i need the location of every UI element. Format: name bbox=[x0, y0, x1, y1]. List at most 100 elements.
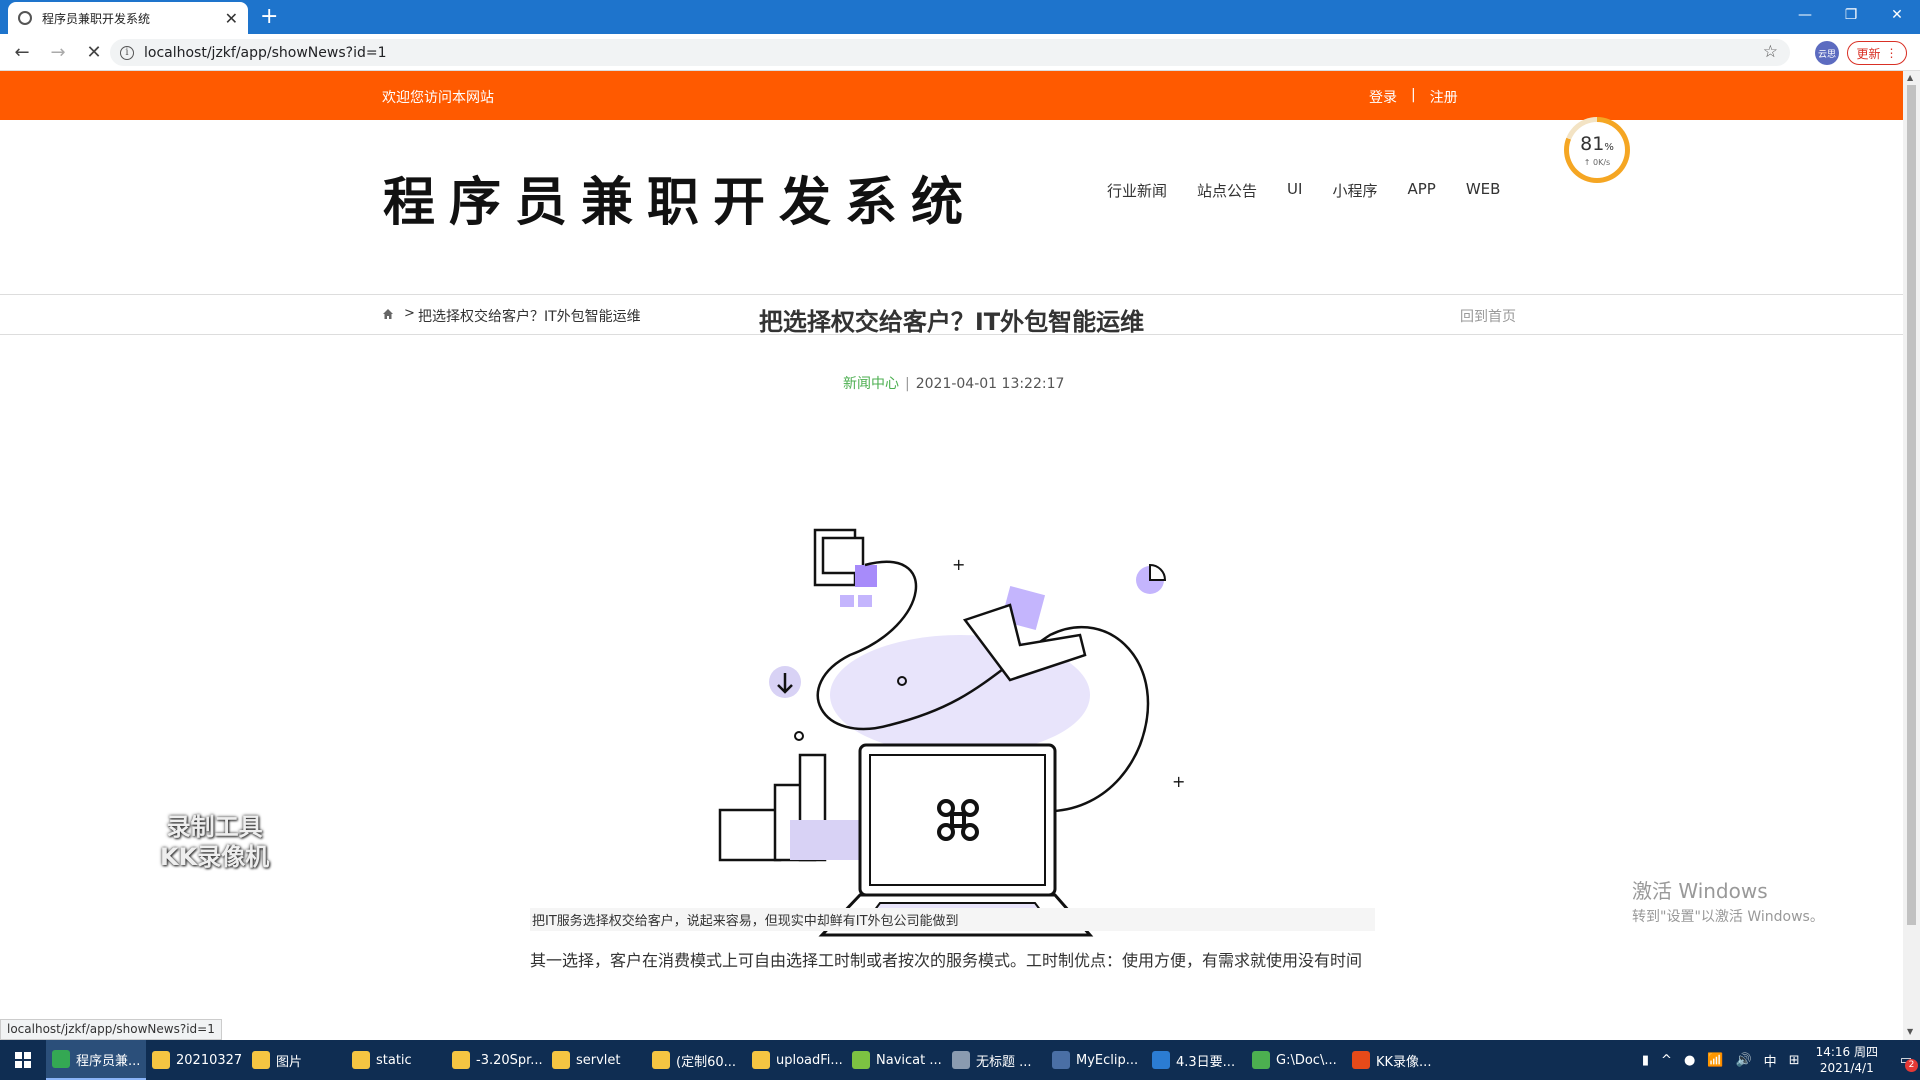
address-url[interactable]: localhost/jzkf/app/showNews?id=1 bbox=[144, 45, 386, 61]
site-info-icon[interactable]: i bbox=[120, 45, 134, 60]
start-button[interactable] bbox=[0, 1040, 46, 1080]
page-scrollbar[interactable]: ▲ ▼ bbox=[1903, 71, 1920, 1040]
illustration-plus-2: + bbox=[1172, 772, 1185, 791]
main-nav: 行业新闻 站点公告 UI 小程序 APP WEB bbox=[1107, 180, 1500, 201]
taskbar-app-button[interactable]: 程序员兼... bbox=[46, 1040, 146, 1080]
taskbar-app-button[interactable]: 4.3日要... bbox=[1146, 1040, 1246, 1080]
new-tab-button[interactable]: + bbox=[260, 4, 278, 29]
clock-date: 2021/4/1 bbox=[1819, 1061, 1874, 1075]
minimize-button[interactable]: — bbox=[1782, 0, 1828, 30]
close-window-button[interactable]: ✕ bbox=[1874, 0, 1920, 30]
taskbar-app-label: KK录像... bbox=[1376, 1054, 1432, 1070]
nav-announcements[interactable]: 站点公告 bbox=[1197, 180, 1257, 201]
notification-badge: 2 bbox=[1905, 1059, 1918, 1072]
tray-ime-indicator[interactable]: 中 bbox=[1764, 1051, 1777, 1070]
activate-windows-title: 激活 Windows bbox=[1632, 879, 1768, 903]
nav-app[interactable]: APP bbox=[1407, 180, 1435, 201]
taskbar-app-button[interactable]: static bbox=[346, 1040, 446, 1080]
register-link[interactable]: 注册 bbox=[1430, 87, 1458, 107]
taskbar-app-icon bbox=[552, 1051, 570, 1069]
profile-avatar[interactable]: 云思 bbox=[1815, 41, 1839, 65]
auth-links: 登录 | 注册 bbox=[1369, 87, 1458, 107]
taskbar-app-label: 20210327 bbox=[176, 1052, 243, 1068]
stop-loading-button[interactable]: ✕ bbox=[80, 38, 108, 66]
taskbar-app-label: servlet bbox=[576, 1052, 621, 1068]
speed-percent: 81% bbox=[1580, 134, 1614, 158]
taskbar-app-label: 无标题 ... bbox=[976, 1054, 1032, 1070]
taskbar-app-icon bbox=[952, 1051, 970, 1069]
taskbar-app-button[interactable]: 图片 bbox=[246, 1040, 346, 1080]
update-label: 更新 bbox=[1856, 46, 1881, 61]
taskbar-app-button[interactable]: Navicat ... bbox=[846, 1040, 946, 1080]
taskbar-app-label: Navicat ... bbox=[876, 1052, 942, 1068]
nav-industry-news[interactable]: 行业新闻 bbox=[1107, 180, 1167, 201]
scroll-down-icon[interactable]: ▼ bbox=[1907, 1027, 1913, 1036]
article-category-link[interactable]: 新闻中心 bbox=[843, 376, 899, 392]
taskbar-app-icon bbox=[152, 1051, 170, 1069]
taskbar-app-button[interactable]: -3.20Spr... bbox=[446, 1040, 546, 1080]
scroll-up-icon[interactable]: ▲ bbox=[1907, 73, 1913, 82]
taskbar-app-button[interactable]: MyEclip... bbox=[1046, 1040, 1146, 1080]
nav-web[interactable]: WEB bbox=[1466, 180, 1501, 201]
scrollbar-thumb[interactable] bbox=[1907, 85, 1916, 925]
site-logo[interactable]: 程序员兼职开发系统 bbox=[383, 160, 977, 235]
tab-close-icon[interactable]: ✕ bbox=[225, 9, 238, 28]
taskbar-app-label: 程序员兼... bbox=[76, 1053, 141, 1069]
tray-battery-icon[interactable]: ▮ bbox=[1642, 1053, 1649, 1068]
kk-watermark-line1: 录制工具 bbox=[166, 813, 263, 841]
taskbar-app-icon bbox=[852, 1051, 870, 1069]
status-bar-url: localhost/jzkf/app/showNews?id=1 bbox=[0, 1019, 222, 1040]
taskbar-app-icon bbox=[1152, 1051, 1170, 1069]
taskbar-clock[interactable]: 14:16 周四 2021/4/1 bbox=[1816, 1044, 1878, 1076]
speed-percent-value: 81 bbox=[1580, 132, 1605, 155]
notification-center-button[interactable]: ▭ 2 bbox=[1892, 1046, 1920, 1074]
tray-app-icon[interactable]: ● bbox=[1684, 1053, 1695, 1068]
update-button[interactable]: 更新 ⋮ bbox=[1847, 41, 1907, 65]
taskbar-app-label: -3.20Spr... bbox=[476, 1052, 543, 1068]
speed-percent-unit: % bbox=[1604, 141, 1614, 153]
taskbar-app-label: uploadFi... bbox=[776, 1052, 843, 1068]
taskbar-app-button[interactable]: 20210327 bbox=[146, 1040, 246, 1080]
illustration-pie-slice bbox=[1149, 563, 1167, 581]
taskbar-app-label: MyEclip... bbox=[1076, 1052, 1139, 1068]
illustration-purple-square-3 bbox=[858, 595, 872, 607]
article-date: 2021-04-01 13:22:17 bbox=[915, 376, 1065, 392]
meta-separator: | bbox=[905, 376, 910, 392]
nav-ui[interactable]: UI bbox=[1287, 180, 1302, 201]
taskbar-app-button[interactable]: 无标题 ... bbox=[946, 1040, 1046, 1080]
taskbar-app-button[interactable]: KK录像... bbox=[1346, 1040, 1446, 1080]
activate-windows-hint: 转到"设置"以激活 Windows。 bbox=[1632, 909, 1824, 925]
taskbar-app-icon bbox=[252, 1051, 270, 1069]
taskbar-app-icon bbox=[1052, 1051, 1070, 1069]
illustration-purple-square-2 bbox=[840, 595, 854, 607]
browser-toolbar: ← → ✕ i localhost/jzkf/app/showNews?id=1… bbox=[0, 34, 1920, 71]
windows-activation-watermark: 激活 Windows 转到"设置"以激活 Windows。 bbox=[1632, 875, 1824, 926]
back-button[interactable]: ← bbox=[8, 38, 36, 66]
tab-title: 程序员兼职开发系统 bbox=[42, 11, 151, 26]
illustration-plus-1: + bbox=[952, 555, 965, 574]
nav-mini-program[interactable]: 小程序 bbox=[1332, 180, 1377, 201]
network-speed-widget[interactable]: 81% ↑ 0K/s bbox=[1564, 117, 1630, 183]
login-link[interactable]: 登录 bbox=[1369, 87, 1397, 107]
taskbar-app-button[interactable]: servlet bbox=[546, 1040, 646, 1080]
illustration-purple-square-1 bbox=[855, 565, 877, 587]
taskbar-app-button[interactable]: G:\Doc\... bbox=[1246, 1040, 1346, 1080]
tray-expand-icon[interactable]: ^ bbox=[1661, 1053, 1672, 1068]
illustration-building-shadow bbox=[790, 820, 860, 860]
restore-button[interactable]: ❐ bbox=[1828, 0, 1874, 30]
taskbar-app-label: 图片 bbox=[276, 1054, 303, 1070]
taskbar-app-button[interactable]: uploadFi... bbox=[746, 1040, 846, 1080]
browser-tab[interactable]: 程序员兼职开发系统 ✕ bbox=[8, 2, 248, 34]
welcome-text: 欢迎您访问本网站 bbox=[382, 90, 494, 106]
address-bar[interactable]: i localhost/jzkf/app/showNews?id=1 ☆ bbox=[110, 39, 1790, 66]
tray-network-icon[interactable]: 📶 bbox=[1707, 1053, 1723, 1068]
illustration-dot-2 bbox=[794, 731, 804, 741]
forward-button[interactable]: → bbox=[44, 38, 72, 66]
taskbar-app-button[interactable]: (定制60... bbox=[646, 1040, 746, 1080]
taskbar-items: 程序员兼... 20210327 图片 static -3.20Spr... servle… bbox=[46, 1040, 1446, 1080]
system-tray: ▮ ^ ● 📶 🔊 中 ⊞ 14:16 周四 2021/4/1 ▭ 2 bbox=[1636, 1040, 1920, 1080]
tray-volume-icon[interactable]: 🔊 bbox=[1735, 1053, 1751, 1068]
site-top-bar: 欢迎您访问本网站 登录 | 注册 bbox=[0, 71, 1903, 120]
bookmark-star-icon[interactable]: ☆ bbox=[1763, 42, 1778, 62]
tray-keyboard-icon[interactable]: ⊞ bbox=[1789, 1053, 1800, 1068]
